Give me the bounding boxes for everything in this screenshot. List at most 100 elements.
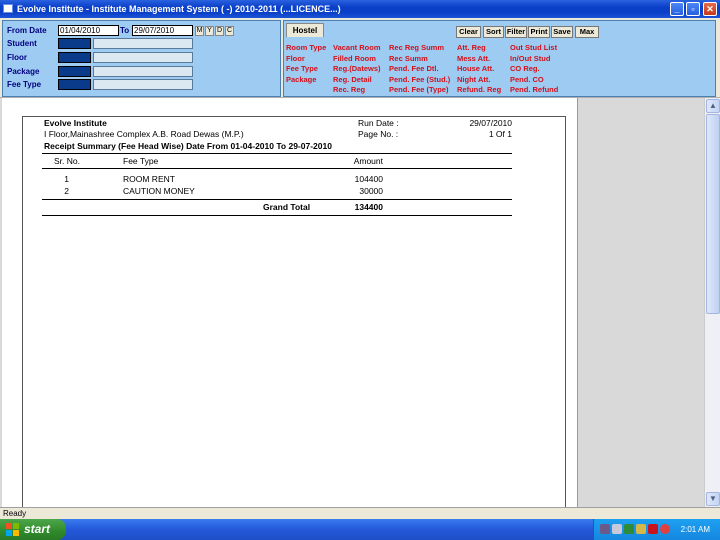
- package-row: Package: [7, 66, 277, 78]
- floor-name-input[interactable]: [93, 52, 193, 63]
- filter-button[interactable]: Filter: [505, 26, 527, 38]
- report-reg-datews[interactable]: Reg.(Datews): [333, 64, 381, 74]
- report-rec-summ[interactable]: Rec Summ: [389, 54, 428, 64]
- minimize-button[interactable]: _: [670, 2, 684, 16]
- student-name-input[interactable]: [93, 38, 193, 49]
- col-sr-no: Sr. No.: [54, 156, 80, 166]
- title-bar[interactable]: Evolve Institute - Institute Management …: [0, 0, 720, 18]
- total-divider-top: [42, 199, 512, 200]
- report-pend-refund[interactable]: Pend. Refund: [510, 85, 558, 95]
- fee-type-code-input[interactable]: [58, 79, 91, 90]
- start-button[interactable]: start: [0, 519, 66, 540]
- fee-type-name-input[interactable]: [93, 79, 193, 90]
- report-mess-att[interactable]: Mess Att.: [457, 54, 490, 64]
- package-name-input[interactable]: [93, 66, 193, 77]
- sort-button[interactable]: Sort: [483, 26, 504, 38]
- save-button[interactable]: Save: [551, 26, 573, 38]
- student-code-input[interactable]: [58, 38, 91, 49]
- floor-row: Floor: [7, 52, 277, 64]
- col-fee-type: Fee Type: [123, 156, 159, 166]
- update-icon[interactable]: [660, 524, 670, 534]
- report-package[interactable]: Package: [286, 75, 316, 85]
- row-fee-type: CAUTION MONEY: [123, 186, 195, 196]
- report-night-att[interactable]: Night Att.: [457, 75, 490, 85]
- report-out-stud-list[interactable]: Out Stud List: [510, 43, 557, 53]
- report-floor[interactable]: Floor: [286, 54, 305, 64]
- taskbar: start 2:01 AM: [0, 519, 720, 540]
- from-date-input[interactable]: 01/04/2010: [58, 25, 119, 36]
- shield-icon[interactable]: [624, 524, 634, 534]
- volume-icon[interactable]: [612, 524, 622, 534]
- close-button[interactable]: ✕: [703, 2, 717, 16]
- run-date-label: Run Date :: [358, 118, 399, 128]
- report-co-reg[interactable]: CO Reg.: [510, 64, 540, 74]
- antivirus-icon[interactable]: [648, 524, 658, 534]
- report-house-att[interactable]: House Att.: [457, 64, 494, 74]
- student-row: Student: [7, 38, 277, 50]
- vertical-scrollbar[interactable]: ▲ ▼: [704, 98, 720, 508]
- maximize-button[interactable]: ▫: [686, 2, 700, 16]
- network-icon[interactable]: [600, 524, 610, 534]
- institute-name: Evolve Institute: [44, 118, 107, 128]
- report-pend-fee-dtl[interactable]: Pend. Fee Dtl.: [389, 64, 439, 74]
- to-date-input[interactable]: 29/07/2010: [132, 25, 193, 36]
- page-no-label: Page No. :: [358, 129, 399, 139]
- fee-type-row: Fee Type: [7, 79, 277, 91]
- row-fee-type: ROOM RENT: [123, 174, 175, 184]
- tab-hostel[interactable]: Hostel: [286, 23, 324, 37]
- report-page-area: Evolve Institute Run Date : 29/07/2010 I…: [2, 98, 578, 511]
- status-text: Ready: [3, 509, 27, 518]
- year-button[interactable]: Y: [205, 26, 214, 36]
- run-date-value: 29/07/2010: [469, 118, 512, 128]
- report-room-type[interactable]: Room Type: [286, 43, 326, 53]
- clock: 2:01 AM: [680, 525, 710, 534]
- report-filled-room[interactable]: Filled Room: [333, 54, 376, 64]
- clear-button[interactable]: Clear: [456, 26, 481, 38]
- report-in-out-stud[interactable]: In/Out Stud: [510, 54, 550, 64]
- institute-address: I Floor,Mainashree Complex A.B. Road Dew…: [44, 129, 244, 139]
- month-button[interactable]: M: [195, 26, 204, 36]
- col-amount: Amount: [353, 156, 383, 166]
- row-sr: 2: [64, 186, 69, 196]
- report-rec-reg-summ[interactable]: Rec Reg Summ: [389, 43, 444, 53]
- report-refund-reg[interactable]: Refund. Reg: [457, 85, 501, 95]
- window-title: Evolve Institute - Institute Management …: [17, 4, 341, 14]
- package-code-input[interactable]: [58, 66, 91, 77]
- print-button[interactable]: Print: [528, 26, 550, 38]
- floor-code-input[interactable]: [58, 52, 91, 63]
- fee-type-label: Fee Type: [7, 80, 42, 89]
- row-amount: 30000: [359, 186, 383, 196]
- report-fee-type[interactable]: Fee Type: [286, 64, 318, 74]
- day-button[interactable]: D: [215, 26, 224, 36]
- student-label: Student: [7, 39, 37, 48]
- report-pend-fee-type[interactable]: Pend. Fee (Type): [389, 85, 448, 95]
- report-att-reg[interactable]: Att. Reg: [457, 43, 486, 53]
- app-icon: [3, 4, 13, 13]
- page-no-value: 1 Of 1: [488, 129, 512, 139]
- system-tray: 2:01 AM: [593, 519, 720, 540]
- scroll-up-button[interactable]: ▲: [706, 99, 720, 113]
- report-reg-detail[interactable]: Reg. Detail: [333, 75, 372, 85]
- clear-date-button[interactable]: C: [225, 26, 234, 36]
- report-pend-fee-stud[interactable]: Pend. Fee (Stud.): [389, 75, 450, 85]
- grand-total-label: Grand Total: [263, 202, 311, 212]
- report-pend-co[interactable]: Pend. CO: [510, 75, 544, 85]
- report-page: Evolve Institute Run Date : 29/07/2010 I…: [22, 116, 566, 511]
- report-vacant-room[interactable]: Vacant Room: [333, 43, 381, 53]
- report-viewer: Evolve Institute Run Date : 29/07/2010 I…: [0, 97, 720, 511]
- total-divider-bottom: [42, 215, 512, 216]
- date-range-row: From Date 01/04/2010 To 29/07/2010 M Y D…: [7, 25, 277, 37]
- status-bar: Ready: [0, 507, 720, 519]
- scroll-down-button[interactable]: ▼: [706, 492, 720, 506]
- scroll-thumb[interactable]: [706, 114, 720, 314]
- security-icon[interactable]: [636, 524, 646, 534]
- floor-label: Floor: [7, 53, 27, 62]
- report-rec-reg[interactable]: Rec. Reg: [333, 85, 365, 95]
- grand-total-value: 134400: [354, 202, 383, 212]
- max-button[interactable]: Max: [575, 26, 599, 38]
- columns-divider: [42, 168, 512, 169]
- windows-flag-icon: [6, 523, 19, 536]
- row-sr: 1: [64, 174, 69, 184]
- report-title: Receipt Summary (Fee Head Wise) Date Fro…: [44, 141, 332, 151]
- from-date-label: From Date: [7, 26, 47, 35]
